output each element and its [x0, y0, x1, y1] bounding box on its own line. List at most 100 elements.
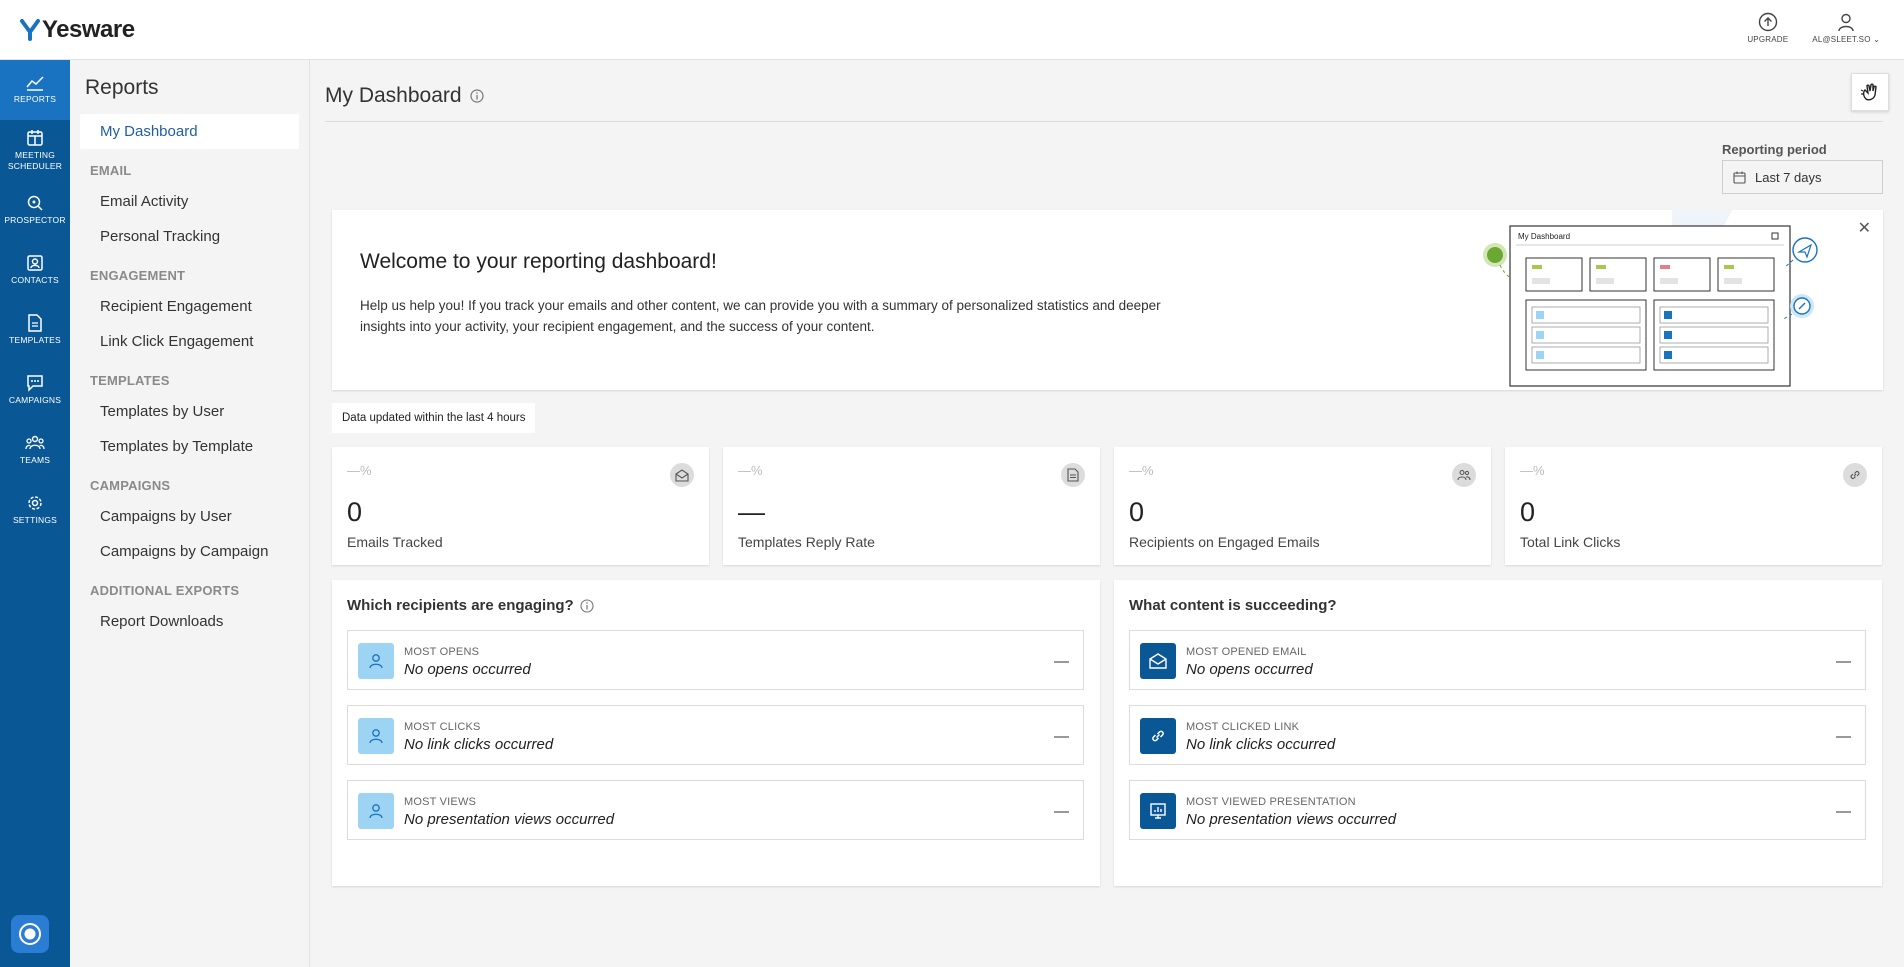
rail-label: REPORTS — [13, 94, 57, 104]
rail-item-reports[interactable]: REPORTS — [0, 60, 70, 120]
row-label: MOST VIEWED PRESENTATION — [1186, 796, 1356, 808]
assistant-launcher-button[interactable] — [11, 915, 49, 953]
sidebar-item-templates-by-user[interactable]: Templates by User — [70, 394, 309, 429]
page-title: My Dashboard — [325, 84, 484, 108]
stat-value: 0 — [347, 497, 363, 527]
rail-item-campaigns[interactable]: CAMPAIGNS — [0, 360, 70, 420]
primary-nav-rail: REPORTS MEETING SCHEDULER PROSPECTOR CON… — [0, 60, 70, 967]
row-label: MOST CLICKED LINK — [1186, 721, 1300, 733]
sidebar-item-templates-by-template[interactable]: Templates by Template — [70, 429, 309, 464]
sidebar-item-my-dashboard[interactable]: My Dashboard — [80, 114, 299, 149]
info-icon[interactable] — [580, 598, 594, 613]
person-icon — [358, 793, 394, 829]
sidebar-item-email-activity[interactable]: Email Activity — [70, 184, 309, 219]
stat-label: Total Link Clicks — [1520, 534, 1621, 550]
reporting-period-value: Last 7 days — [1755, 169, 1822, 185]
sidebar-item-campaigns-by-user[interactable]: Campaigns by User — [70, 499, 309, 534]
rail-label: MEETING SCHEDULER — [7, 149, 63, 171]
row-value: No presentation views occurred — [404, 811, 615, 828]
close-icon[interactable]: ✕ — [1858, 218, 1871, 238]
rail-item-settings[interactable]: SETTINGS — [0, 480, 70, 540]
envelope-open-icon — [1140, 643, 1176, 679]
page-title-text: My Dashboard — [325, 84, 462, 107]
data-updated-note: Data updated within the last 4 hours — [332, 403, 536, 433]
chat-icon — [27, 375, 43, 392]
chart-line-icon — [26, 76, 44, 91]
most-opened-email-row[interactable]: MOST OPENED EMAIL No opens occurred — — [1129, 630, 1866, 690]
document-icon — [1061, 463, 1085, 487]
link-icon — [1140, 718, 1176, 754]
most-opens-row[interactable]: MOST OPENS No opens occurred — — [347, 630, 1084, 690]
rail-item-teams[interactable]: TEAMS — [0, 420, 70, 480]
waving-hand-icon — [1860, 83, 1877, 101]
row-trail: — — [1054, 728, 1069, 745]
sidebar-section-engagement: ENGAGEMENT — [90, 268, 186, 283]
stat-card-total-link-clicks[interactable]: —% 0 Total Link Clicks — [1505, 447, 1882, 565]
sidebar-item-link-click-engagement[interactable]: Link Click Engagement — [70, 324, 309, 359]
upgrade-arrow-icon — [1758, 12, 1778, 32]
stat-percent: —% — [347, 463, 372, 478]
rail-item-contacts[interactable]: CONTACTS — [0, 240, 70, 300]
most-views-row[interactable]: MOST VIEWS No presentation views occurre… — [347, 780, 1084, 840]
contact-card-icon — [27, 255, 43, 271]
rail-item-templates[interactable]: TEMPLATES — [0, 300, 70, 360]
sidebar-item-personal-tracking[interactable]: Personal Tracking — [70, 219, 309, 254]
stat-card-emails-tracked[interactable]: —% 0 Emails Tracked — [332, 447, 709, 565]
row-trail: — — [1054, 653, 1069, 670]
sidebar-section-campaigns: CAMPAIGNS — [90, 478, 171, 493]
envelope-open-icon — [670, 463, 694, 487]
panel-title: What content is succeeding? — [1129, 597, 1337, 614]
title-divider — [325, 121, 1883, 122]
user-icon — [1838, 13, 1854, 32]
row-label: MOST OPENS — [404, 646, 480, 658]
rail-label: CAMPAIGNS — [8, 395, 62, 405]
rail-label: TEMPLATES — [9, 335, 61, 345]
rail-label: PROSPECTOR — [4, 215, 66, 225]
reporting-period-select[interactable]: Last 7 days — [1722, 160, 1883, 194]
sidebar-item-report-downloads[interactable]: Report Downloads — [70, 604, 309, 639]
info-icon[interactable] — [469, 89, 484, 103]
sidebar-section-email: EMAIL — [90, 163, 132, 178]
recipients-engaging-panel: Which recipients are engaging? MOST OPEN… — [332, 580, 1100, 886]
sidebar-item-recipient-engagement[interactable]: Recipient Engagement — [70, 289, 309, 324]
welcome-banner: Welcome to your reporting dashboard! Hel… — [332, 210, 1883, 390]
dashboard-illustration: My Dashboard — [1483, 210, 1818, 387]
presentation-icon — [1140, 793, 1176, 829]
account-label: AL@SLEET.SO ⌄ — [1812, 35, 1880, 44]
most-clicked-link-row[interactable]: MOST CLICKED LINK No link clicks occurre… — [1129, 705, 1866, 765]
row-label: MOST VIEWS — [404, 796, 477, 808]
sidebar-title: Reports — [85, 76, 159, 99]
document-icon — [28, 314, 42, 332]
tour-wave-button[interactable] — [1851, 73, 1889, 111]
main-content: My Dashboard Reporting period Last 7 day… — [311, 60, 1904, 967]
row-value: No link clicks occurred — [404, 736, 554, 753]
person-icon — [358, 643, 394, 679]
welcome-heading: Welcome to your reporting dashboard! — [360, 250, 717, 273]
illustration-title: My Dashboard — [1518, 232, 1570, 241]
stat-label: Emails Tracked — [347, 534, 443, 550]
row-value: No opens occurred — [1186, 661, 1313, 678]
sidebar-item-campaigns-by-campaign[interactable]: Campaigns by Campaign — [70, 534, 309, 569]
rail-item-meeting-scheduler[interactable]: MEETING SCHEDULER — [0, 120, 70, 180]
row-value: No opens occurred — [404, 661, 531, 678]
yesware-logo[interactable]: Yesware — [20, 16, 135, 44]
row-value: No link clicks occurred — [1186, 736, 1336, 753]
yesware-logo-icon — [20, 19, 40, 41]
stat-label: Templates Reply Rate — [738, 534, 875, 550]
account-menu-button[interactable]: AL@SLEET.SO ⌄ — [1812, 12, 1880, 44]
stat-card-templates-reply-rate[interactable]: —% — Templates Reply Rate — [723, 447, 1100, 565]
stat-label: Recipients on Engaged Emails — [1129, 534, 1320, 550]
most-clicks-row[interactable]: MOST CLICKS No link clicks occurred — — [347, 705, 1084, 765]
row-trail: — — [1836, 728, 1851, 745]
row-trail: — — [1836, 653, 1851, 670]
calendar-icon — [1733, 171, 1746, 184]
upgrade-button[interactable]: UPGRADE — [1747, 12, 1788, 44]
sidebar-section-templates: TEMPLATES — [90, 373, 170, 388]
gear-icon — [28, 496, 42, 510]
upgrade-label: UPGRADE — [1747, 35, 1789, 44]
top-bar: Yesware UPGRADE AL@SLEET.SO ⌄ — [0, 0, 1904, 60]
most-viewed-presentation-row[interactable]: MOST VIEWED PRESENTATION No presentation… — [1129, 780, 1866, 840]
rail-item-prospector[interactable]: PROSPECTOR — [0, 180, 70, 240]
link-icon — [1843, 463, 1867, 487]
stat-card-recipients-engaged[interactable]: —% 0 Recipients on Engaged Emails — [1114, 447, 1491, 565]
